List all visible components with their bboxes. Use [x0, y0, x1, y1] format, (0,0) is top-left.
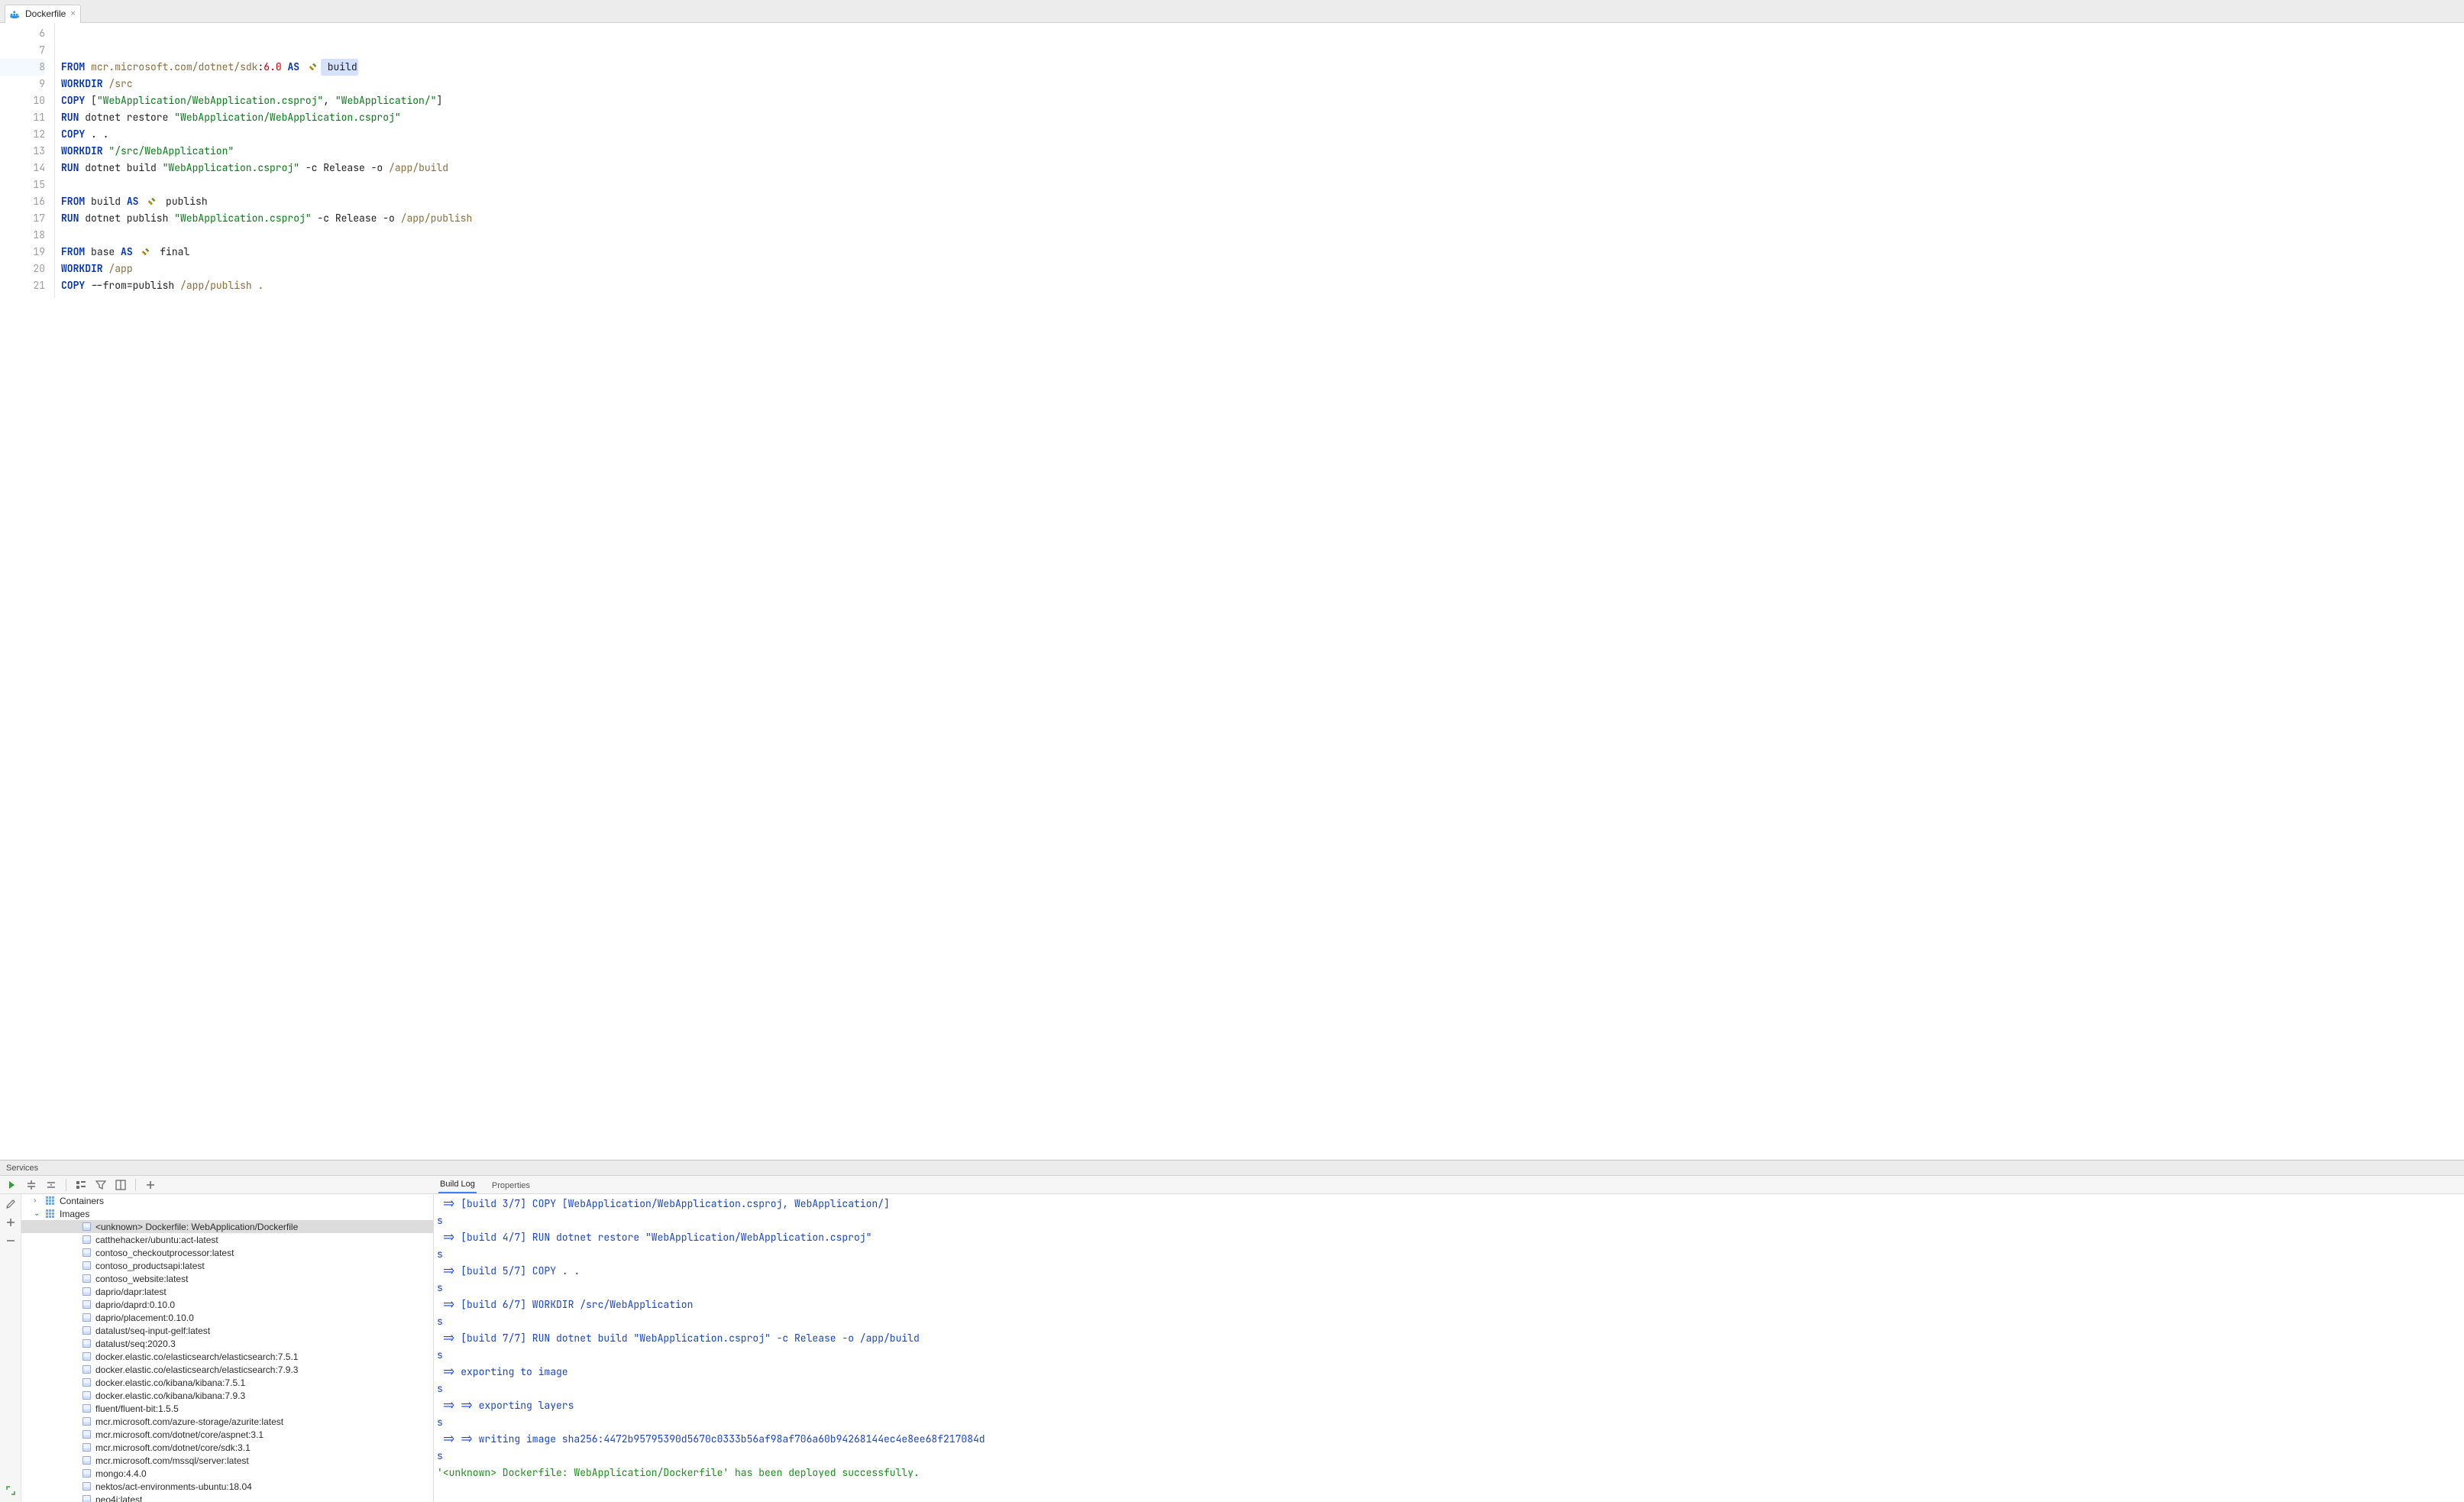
image-item[interactable]: daprio/daprd:0.10.0: [21, 1298, 433, 1311]
services-panel-title[interactable]: Services: [0, 1160, 2464, 1176]
hammer-icon: [147, 196, 157, 207]
close-icon[interactable]: ×: [70, 9, 75, 18]
editor-gutter: 6789101112131415161718192021: [0, 23, 55, 298]
image-icon: [82, 1443, 91, 1452]
image-item[interactable]: mongo:4.4.0: [21, 1467, 433, 1480]
image-icon: [82, 1469, 91, 1478]
tree-node[interactable]: ›Containers: [21, 1194, 433, 1207]
log-tab-strip: Build Log Properties: [434, 1176, 2464, 1194]
image-icon: [82, 1482, 91, 1491]
image-icon: [82, 1339, 91, 1348]
image-item[interactable]: mcr.microsoft.com/mssql/server:latest: [21, 1454, 433, 1467]
group-by-icon[interactable]: [74, 1178, 88, 1192]
hammer-icon: [141, 247, 151, 257]
image-icon: [82, 1352, 91, 1361]
code-editor[interactable]: 6789101112131415161718192021 FROM mcr.mi…: [0, 23, 2464, 298]
build-log-output[interactable]: => [build 3/7] COPY [WebApplication/WebA…: [434, 1194, 2464, 1502]
grid-icon: [46, 1209, 55, 1219]
docker-file-icon: [10, 8, 21, 19]
editor-tab-strip: Dockerfile ×: [0, 0, 2464, 23]
plus-icon[interactable]: [4, 1216, 18, 1229]
maximize-icon[interactable]: [4, 1484, 18, 1497]
image-item[interactable]: docker.elastic.co/kibana/kibana:7.5.1: [21, 1376, 433, 1389]
image-item[interactable]: docker.elastic.co/kibana/kibana:7.9.3: [21, 1389, 433, 1402]
image-icon: [82, 1404, 91, 1413]
image-icon: [82, 1274, 91, 1283]
hammer-icon: [308, 62, 319, 73]
tab-properties[interactable]: Properties: [490, 1178, 532, 1193]
collapse-all-icon[interactable]: [44, 1178, 58, 1192]
image-icon: [82, 1261, 91, 1270]
image-icon: [82, 1248, 91, 1257]
grid-icon: [46, 1196, 55, 1206]
image-item[interactable]: daprio/dapr:latest: [21, 1285, 433, 1298]
image-icon: [82, 1378, 91, 1387]
image-icon: [82, 1287, 91, 1296]
image-icon: [82, 1222, 91, 1231]
minus-icon[interactable]: [4, 1234, 18, 1248]
image-icon: [82, 1326, 91, 1335]
image-item[interactable]: docker.elastic.co/elasticsearch/elastics…: [21, 1350, 433, 1363]
image-icon: [82, 1235, 91, 1244]
services-tree[interactable]: ›Containers⌄Images<unknown> Dockerfile: …: [21, 1194, 434, 1502]
edit-icon[interactable]: [4, 1197, 18, 1211]
image-item[interactable]: mcr.microsoft.com/dotnet/core/sdk:3.1: [21, 1441, 433, 1454]
tree-node[interactable]: ⌄Images: [21, 1207, 433, 1220]
add-service-icon[interactable]: [144, 1178, 157, 1192]
image-icon: [82, 1300, 91, 1309]
image-icon: [82, 1391, 91, 1400]
layout-icon[interactable]: [114, 1178, 128, 1192]
services-tool-window: Services: [0, 1160, 2464, 1502]
run-icon[interactable]: [5, 1178, 18, 1192]
tab-build-log[interactable]: Build Log: [438, 1177, 477, 1193]
image-icon: [82, 1365, 91, 1374]
file-tab-label: Dockerfile: [25, 8, 66, 19]
image-item[interactable]: contoso_productsapi:latest: [21, 1259, 433, 1272]
image-item[interactable]: contoso_website:latest: [21, 1272, 433, 1285]
image-icon: [82, 1417, 91, 1426]
image-item[interactable]: nektos/act-environments-ubuntu:18.04: [21, 1480, 433, 1493]
image-item[interactable]: mcr.microsoft.com/azure-storage/azurite:…: [21, 1415, 433, 1428]
image-item[interactable]: datalust/seq-input-gelf:latest: [21, 1324, 433, 1337]
editor-code[interactable]: FROM mcr.microsoft.com/dotnet/sdk:6.0 AS…: [55, 23, 2464, 298]
image-item[interactable]: docker.elastic.co/elasticsearch/elastics…: [21, 1363, 433, 1376]
file-tab-dockerfile[interactable]: Dockerfile ×: [5, 5, 81, 23]
image-item[interactable]: contoso_checkoutprocessor:latest: [21, 1246, 433, 1259]
image-icon: [82, 1495, 91, 1502]
image-item[interactable]: mcr.microsoft.com/dotnet/core/aspnet:3.1: [21, 1428, 433, 1441]
image-icon: [82, 1430, 91, 1439]
services-side-toolbar: [0, 1194, 21, 1502]
expand-all-icon[interactable]: [24, 1178, 38, 1192]
image-item[interactable]: datalust/seq:2020.3: [21, 1337, 433, 1350]
image-icon: [82, 1313, 91, 1322]
image-icon: [82, 1456, 91, 1465]
image-item[interactable]: daprio/placement:0.10.0: [21, 1311, 433, 1324]
image-item[interactable]: catthehacker/ubuntu:act-latest: [21, 1233, 433, 1246]
image-item[interactable]: fluent/fluent-bit:1.5.5: [21, 1402, 433, 1415]
filter-icon[interactable]: [94, 1178, 108, 1192]
image-item[interactable]: neo4j:latest: [21, 1493, 433, 1502]
image-item[interactable]: <unknown> Dockerfile: WebApplication/Doc…: [21, 1220, 433, 1233]
